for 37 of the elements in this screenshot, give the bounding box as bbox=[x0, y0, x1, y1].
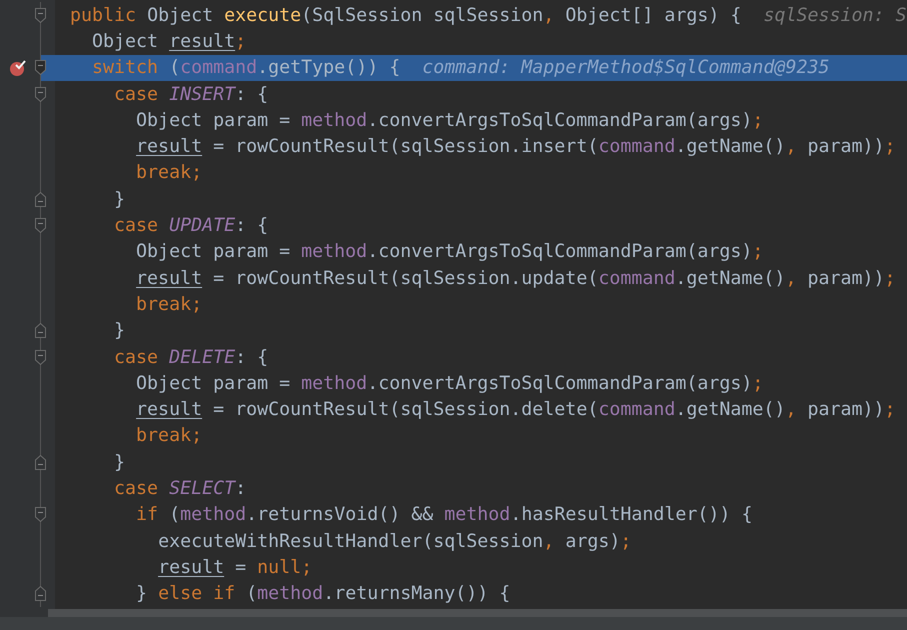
fold-icon[interactable] bbox=[35, 454, 46, 470]
code-line: } bbox=[113, 450, 126, 475]
code-line: switch (command.getType()) { bbox=[91, 56, 400, 80]
code-line: break; bbox=[135, 424, 202, 448]
fold-icon[interactable] bbox=[35, 323, 46, 338]
code-line: executeWithResultHandler(sqlSession, args); bbox=[157, 530, 632, 554]
code-line: result = rowCountResult(sqlSession.delete(command.getName(), param)); bbox=[135, 398, 896, 422]
horizontal-scrollbar[interactable] bbox=[48, 609, 907, 617]
code-line: Object result; bbox=[91, 30, 246, 54]
code-line: } else if (method.returnsMany()) { bbox=[135, 582, 510, 606]
fold-icon[interactable] bbox=[35, 60, 46, 76]
inline-value-hint: command: MapperMethod$SqlCommand@9235 bbox=[422, 56, 830, 80]
code-line: Object param = method.convertArgsToSqlCommandParam(args); bbox=[135, 108, 764, 133]
breakpoint-icon[interactable] bbox=[8, 58, 26, 77]
fold-icon[interactable] bbox=[35, 350, 46, 365]
code-line: result = rowCountResult(sqlSession.insert(command.getName(), param)); bbox=[135, 135, 896, 160]
code-line: Object param = method.convertArgsToSqlCommandParam(args); bbox=[135, 372, 764, 396]
code-line: case SELECT: bbox=[113, 477, 246, 501]
fold-icon[interactable] bbox=[35, 218, 46, 234]
code-line: case DELETE: { bbox=[113, 346, 268, 370]
code-line: } bbox=[113, 188, 126, 212]
code-line: case UPDATE: { bbox=[113, 214, 268, 238]
code-line: } bbox=[113, 319, 126, 344]
code-line: public Object execute(SqlSession sqlSession, Object[] args) { bbox=[70, 4, 742, 28]
code-line: break; bbox=[135, 161, 202, 186]
fold-icon[interactable] bbox=[35, 192, 46, 207]
inline-value-hint: sqlSession: S bbox=[763, 4, 907, 28]
code-line: Object param = method.convertArgsToSqlCommandParam(args); bbox=[135, 240, 764, 264]
fold-icon[interactable] bbox=[35, 8, 46, 23]
fold-icon[interactable] bbox=[35, 507, 46, 522]
fold-icon[interactable] bbox=[35, 586, 46, 602]
code-line: result = rowCountResult(sqlSession.update(command.getName(), param)); bbox=[135, 266, 896, 291]
code-line: if (method.returnsVoid() && method.hasResultHandler()) { bbox=[135, 503, 752, 528]
code-line: result = null; bbox=[157, 556, 312, 580]
fold-icon[interactable] bbox=[35, 86, 46, 102]
code-line: break; bbox=[135, 292, 202, 317]
code-line: case INSERT: { bbox=[113, 82, 268, 107]
